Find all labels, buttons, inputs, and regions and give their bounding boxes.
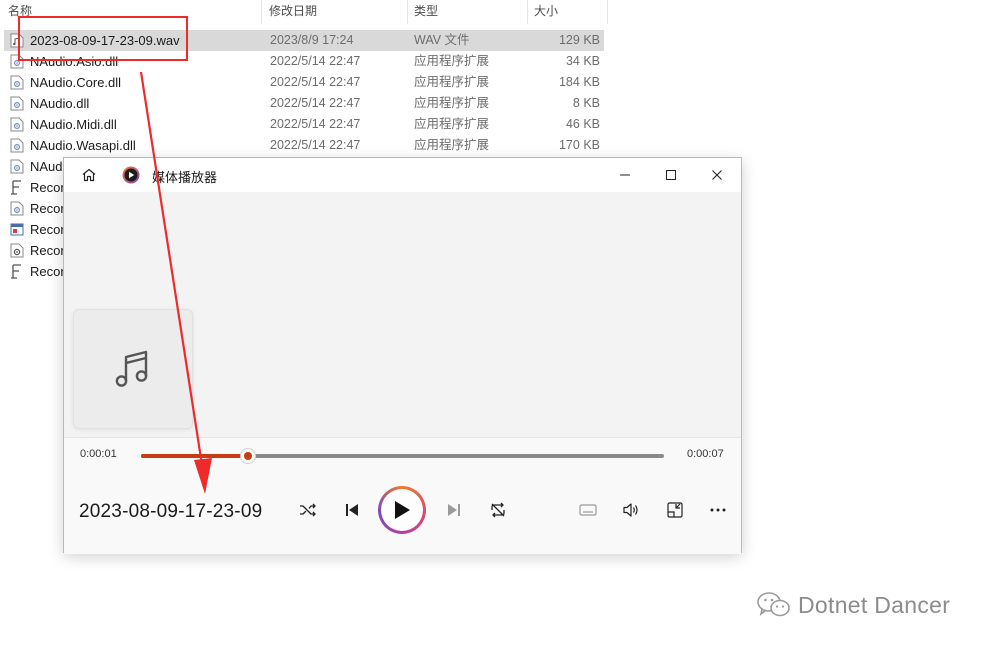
file-type: 应用程序扩展 <box>414 54 490 68</box>
json-file-icon <box>10 180 24 195</box>
repeat-button[interactable] <box>482 494 514 526</box>
column-divider[interactable] <box>607 0 608 24</box>
file-name: NAudio.Core.dll <box>30 75 122 90</box>
more-options-button[interactable] <box>702 494 734 526</box>
file-name: NAudio.Wasapi.dll <box>30 138 136 153</box>
file-row[interactable]: NAudio.Midi.dll 2022/5/14 22:47 应用程序扩展 46 K… <box>4 114 604 135</box>
file-name: Recor <box>30 222 65 237</box>
seek-bar-progress <box>141 454 249 458</box>
file-date: 2023/8/9 17:24 <box>270 33 354 47</box>
file-date: 2022/5/14 22:47 <box>270 96 361 110</box>
shuffle-button[interactable] <box>292 494 324 526</box>
shuffle-icon <box>300 503 316 517</box>
file-size: 184 KB <box>558 75 600 89</box>
captions-button[interactable] <box>572 494 604 526</box>
app-title: 媒体播放器 <box>152 170 218 185</box>
dll-file-icon <box>10 96 24 111</box>
wechat-logo-icon <box>757 592 790 617</box>
seek-bar-thumb[interactable] <box>240 448 257 464</box>
annotation-highlight-box <box>18 16 188 61</box>
home-button[interactable] <box>66 158 112 192</box>
mini-player-button[interactable] <box>659 494 691 526</box>
previous-icon <box>346 504 358 516</box>
next-icon <box>448 504 460 516</box>
file-name: NAud <box>30 159 63 174</box>
previous-button[interactable] <box>336 494 368 526</box>
column-divider[interactable] <box>261 0 262 24</box>
title-bar[interactable]: 媒体播放器 <box>64 158 741 192</box>
file-row[interactable]: NAudio.dll 2022/5/14 22:47 应用程序扩展 8 KB <box>4 93 604 114</box>
exe-file-icon <box>10 222 24 237</box>
file-name: NAudio.dll <box>30 96 90 111</box>
close-button[interactable] <box>694 158 740 192</box>
file-type: 应用程序扩展 <box>414 75 490 89</box>
file-size: 34 KB <box>565 54 600 68</box>
file-date: 2022/5/14 22:47 <box>270 117 361 131</box>
file-name: NAudio.Midi.dll <box>30 117 117 132</box>
file-name: Recor <box>30 264 65 279</box>
play-button[interactable] <box>378 486 426 534</box>
file-size: 129 KB <box>558 33 600 47</box>
watermark: Dotnet Dancer <box>756 590 950 620</box>
column-header-size[interactable]: 大小 <box>534 0 558 24</box>
volume-button[interactable] <box>615 494 647 526</box>
captions-icon <box>579 504 597 516</box>
song-title: 2023-08-09-17-23-09 <box>79 501 263 522</box>
minimize-icon <box>620 174 630 176</box>
file-name: Recor <box>30 243 65 258</box>
dll-file-icon <box>10 117 24 132</box>
mini-player-icon <box>667 502 683 518</box>
file-type: 应用程序扩展 <box>414 96 490 110</box>
column-header-type[interactable]: 类型 <box>414 0 438 24</box>
minimize-button[interactable] <box>602 158 648 192</box>
column-divider[interactable] <box>407 0 408 24</box>
column-header-date[interactable]: 修改日期 <box>269 0 317 24</box>
file-date: 2022/5/14 22:47 <box>270 54 361 68</box>
dll-file-icon <box>10 75 24 90</box>
media-player-logo-icon <box>122 166 140 184</box>
play-button-inner <box>381 489 423 531</box>
maximize-button[interactable] <box>648 158 694 192</box>
close-icon <box>712 170 722 180</box>
file-size: 46 KB <box>565 117 600 131</box>
repeat-icon <box>491 502 505 518</box>
dll-file-icon <box>10 159 24 174</box>
playback-controls: 0:00:01 0:00:07 2023-08-09-17-23-09 <box>64 437 741 554</box>
home-icon <box>82 168 96 182</box>
media-player-window: 媒体播放器 0:00:01 0:00:07 2023-08-09-17-23-0… <box>63 157 742 554</box>
column-divider[interactable] <box>527 0 528 24</box>
album-art <box>73 309 193 429</box>
json-file-icon <box>10 264 24 279</box>
volume-icon <box>623 503 638 517</box>
file-date: 2022/5/14 22:47 <box>270 138 361 152</box>
total-time: 0:00:07 <box>687 448 724 460</box>
file-type: WAV 文件 <box>414 33 470 47</box>
file-name: Recor <box>30 201 65 216</box>
music-note-icon <box>115 350 148 387</box>
file-type: 应用程序扩展 <box>414 138 490 152</box>
dll-file-icon <box>10 138 24 153</box>
file-date: 2022/5/14 22:47 <box>270 75 361 89</box>
file-size: 170 KB <box>558 138 600 152</box>
current-time: 0:00:01 <box>80 448 117 460</box>
seek-bar-thumb-dot <box>244 452 253 460</box>
more-icon <box>710 508 726 512</box>
play-icon <box>395 501 410 519</box>
file-name: Recor <box>30 180 65 195</box>
watermark-text: Dotnet Dancer <box>798 591 951 618</box>
next-button[interactable] <box>438 494 470 526</box>
maximize-icon <box>666 170 676 180</box>
file-type: 应用程序扩展 <box>414 117 490 131</box>
file-row[interactable]: NAudio.Core.dll 2022/5/14 22:47 应用程序扩展 184 … <box>4 72 604 93</box>
seek-bar[interactable] <box>141 448 664 464</box>
dll-file-icon <box>10 201 24 216</box>
config-file-icon <box>10 243 24 258</box>
file-size: 8 KB <box>572 96 600 110</box>
file-row[interactable]: NAudio.Wasapi.dll 2022/5/14 22:47 应用程序扩展 17… <box>4 135 604 156</box>
